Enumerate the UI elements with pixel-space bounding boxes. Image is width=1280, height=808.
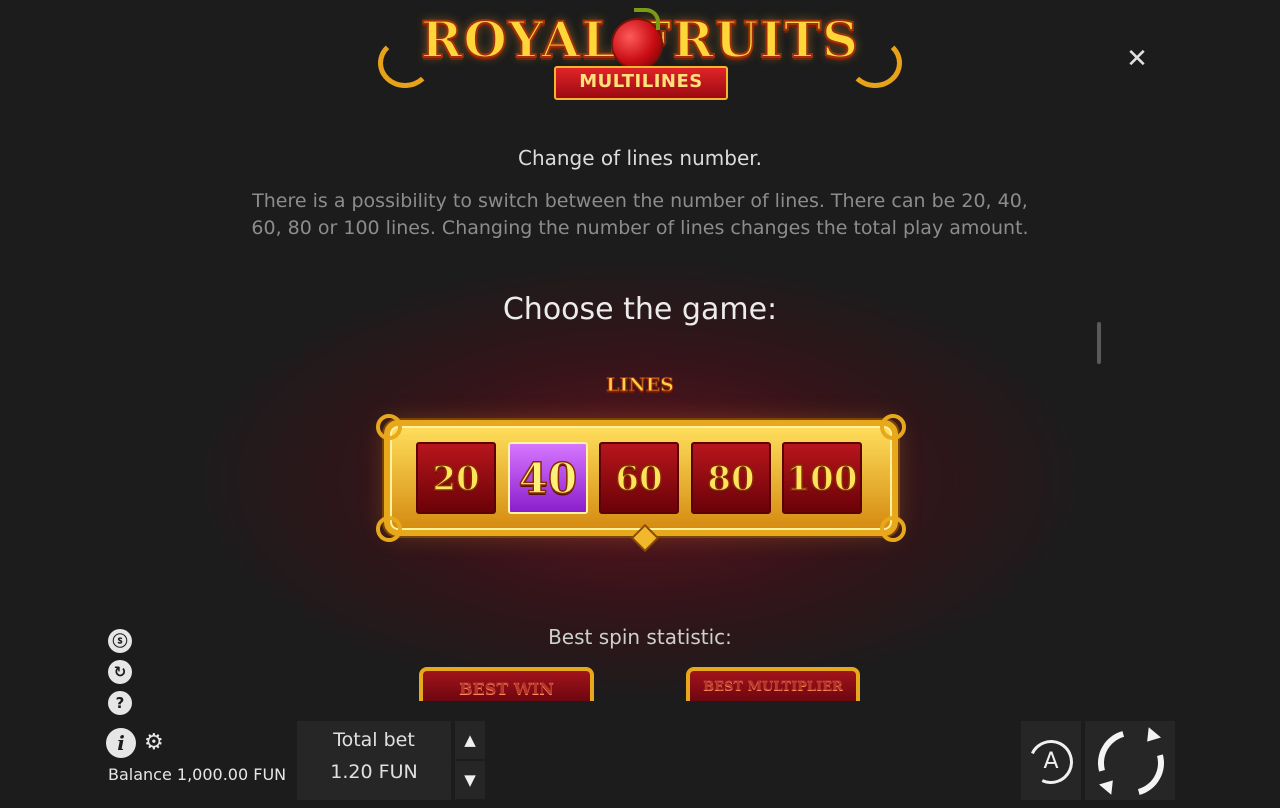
lines-selector: 20 40 60 80 100 (376, 414, 906, 550)
frame-ornament (376, 414, 402, 440)
lines-option-40[interactable]: 40 (508, 442, 588, 514)
best-win-button[interactable]: BEST WIN (419, 667, 594, 701)
turbo-icon[interactable]: ⓢ (108, 629, 132, 653)
history-icon[interactable]: ↻ (108, 660, 132, 684)
best-multiplier-button[interactable]: BEST MULTIPLIER (686, 667, 860, 701)
frame-ornament (880, 414, 906, 440)
autoplay-label: A (1043, 749, 1059, 774)
question-icon[interactable]: ? (108, 691, 132, 715)
lines-option-20[interactable]: 20 (416, 442, 496, 514)
frame-ornament (880, 516, 906, 542)
spin-icon (1085, 717, 1177, 808)
total-bet-panel: Total bet 1.20 FUN (297, 721, 451, 800)
lines-option-60[interactable]: 60 (599, 442, 679, 514)
lines-rule-title: Change of lines number. (517, 146, 762, 170)
lines-rule-text: There is a possibility to switch between… (251, 190, 1029, 239)
autoplay-button[interactable]: A (1021, 721, 1081, 800)
game-logo: ROYAL FRUITS MULTILINES (376, 6, 904, 100)
gear-icon[interactable]: ⚙ (144, 731, 166, 755)
choose-game-title: Choose the game: (502, 292, 778, 327)
total-bet-label: Total bet (333, 729, 415, 751)
lines-option-80[interactable]: 80 (691, 442, 771, 514)
scrollbar[interactable] (1097, 322, 1101, 364)
info-icon[interactable]: i (106, 728, 136, 758)
frame-ornament (376, 516, 402, 542)
best-spin-title: Best spin statistic: (548, 625, 732, 649)
lines-label: LINES (606, 374, 675, 397)
spin-button[interactable] (1085, 717, 1177, 808)
close-icon[interactable]: ✕ (1122, 44, 1152, 74)
bet-increase-button[interactable]: ▲ (455, 721, 485, 759)
balance-display: Balance 1,000.00 FUN (108, 765, 287, 784)
total-bet-value: 1.20 FUN (330, 761, 418, 783)
frame-jewel (633, 526, 657, 550)
logo-subtitle: MULTILINES (554, 66, 728, 100)
bet-decrease-button[interactable]: ▼ (455, 761, 485, 799)
lines-option-100[interactable]: 100 (782, 442, 862, 514)
